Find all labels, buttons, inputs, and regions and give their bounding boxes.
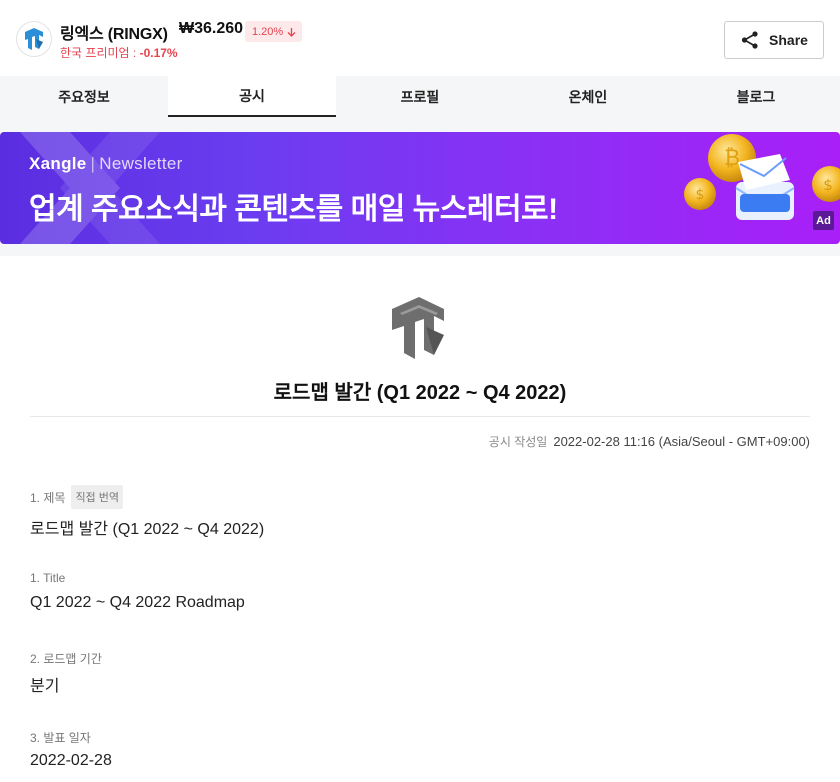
field-label-text: 1. 제목: [30, 490, 66, 505]
arrow-down-icon: [287, 27, 296, 37]
banner-subtitle: Newsletter: [99, 154, 183, 173]
ad-badge: Ad: [813, 211, 834, 230]
share-button[interactable]: Share: [724, 21, 824, 59]
disclosure-date: 공시 작성일 2022-02-28 11:16 (Asia/Seoul - GMT…: [489, 433, 810, 450]
ringx-logo-icon: [392, 297, 444, 359]
price-change-badge: 1.20%: [245, 21, 303, 42]
svg-text:₿: ₿: [724, 146, 740, 171]
banner-separator: |: [90, 154, 96, 173]
field-label-title-ko: 1. 제목 직접 번역: [30, 485, 123, 509]
tab-onchain[interactable]: 온체인: [504, 76, 672, 117]
field-value-roadmap-period: 분기: [30, 678, 60, 695]
coin-price: ₩36.260: [179, 20, 244, 37]
share-icon: [741, 31, 758, 49]
field-label-roadmap-period: 2. 로드맵 기간: [30, 652, 102, 666]
field-value-release-date: 2022-02-28: [30, 752, 112, 769]
tab-bar: 주요정보 공시 프로필 온체인 블로그: [0, 76, 840, 117]
tab-profile[interactable]: 프로필: [336, 76, 504, 117]
field-value-title-ko: 로드맵 발간 (Q1 2022 ~ Q4 2022): [30, 521, 265, 538]
tab-blog[interactable]: 블로그: [672, 76, 840, 117]
coin-name: 링엑스 (RINGX): [60, 26, 168, 43]
direct-translate-button[interactable]: 직접 번역: [71, 485, 123, 509]
field-label-release-date: 3. 발표 일자: [30, 731, 91, 745]
premium-value: -0.17%: [139, 46, 178, 60]
tab-disclosure[interactable]: 공시: [168, 76, 336, 117]
banner-brand: Xangle | Newsletter: [29, 154, 183, 174]
coin-header: 링엑스 (RINGX) ₩36.260 1.20% 한국 프리미엄 : -0.1…: [0, 0, 840, 76]
divider: [30, 416, 810, 417]
date-value: 2022-02-28 11:16 (Asia/Seoul - GMT+09:00…: [553, 434, 810, 449]
field-value-title-en: Q1 2022 ~ Q4 2022 Roadmap: [30, 594, 245, 611]
svg-text:$: $: [696, 187, 705, 203]
share-label: Share: [769, 32, 808, 48]
spacer: [0, 117, 840, 132]
coin-logo: [16, 21, 52, 57]
date-label: 공시 작성일: [488, 435, 548, 449]
banner-headline: 업계 주요소식과 콘텐츠를 매일 뉴스레터로!: [29, 193, 558, 226]
korea-premium: 한국 프리미엄 : -0.17%: [60, 44, 178, 61]
field-label-title-en: 1. Title: [30, 571, 66, 585]
ringx-logo-icon: [25, 28, 43, 50]
price-change-value: 1.20%: [252, 25, 284, 38]
banner-brand-name: Xangle: [29, 154, 87, 173]
spacer: [0, 244, 840, 256]
tab-overview[interactable]: 주요정보: [0, 76, 168, 117]
premium-label: 한국 프리미엄 :: [60, 46, 140, 60]
svg-text:$: $: [823, 176, 833, 194]
disclosure-title: 로드맵 발간 (Q1 2022 ~ Q4 2022): [273, 382, 567, 404]
